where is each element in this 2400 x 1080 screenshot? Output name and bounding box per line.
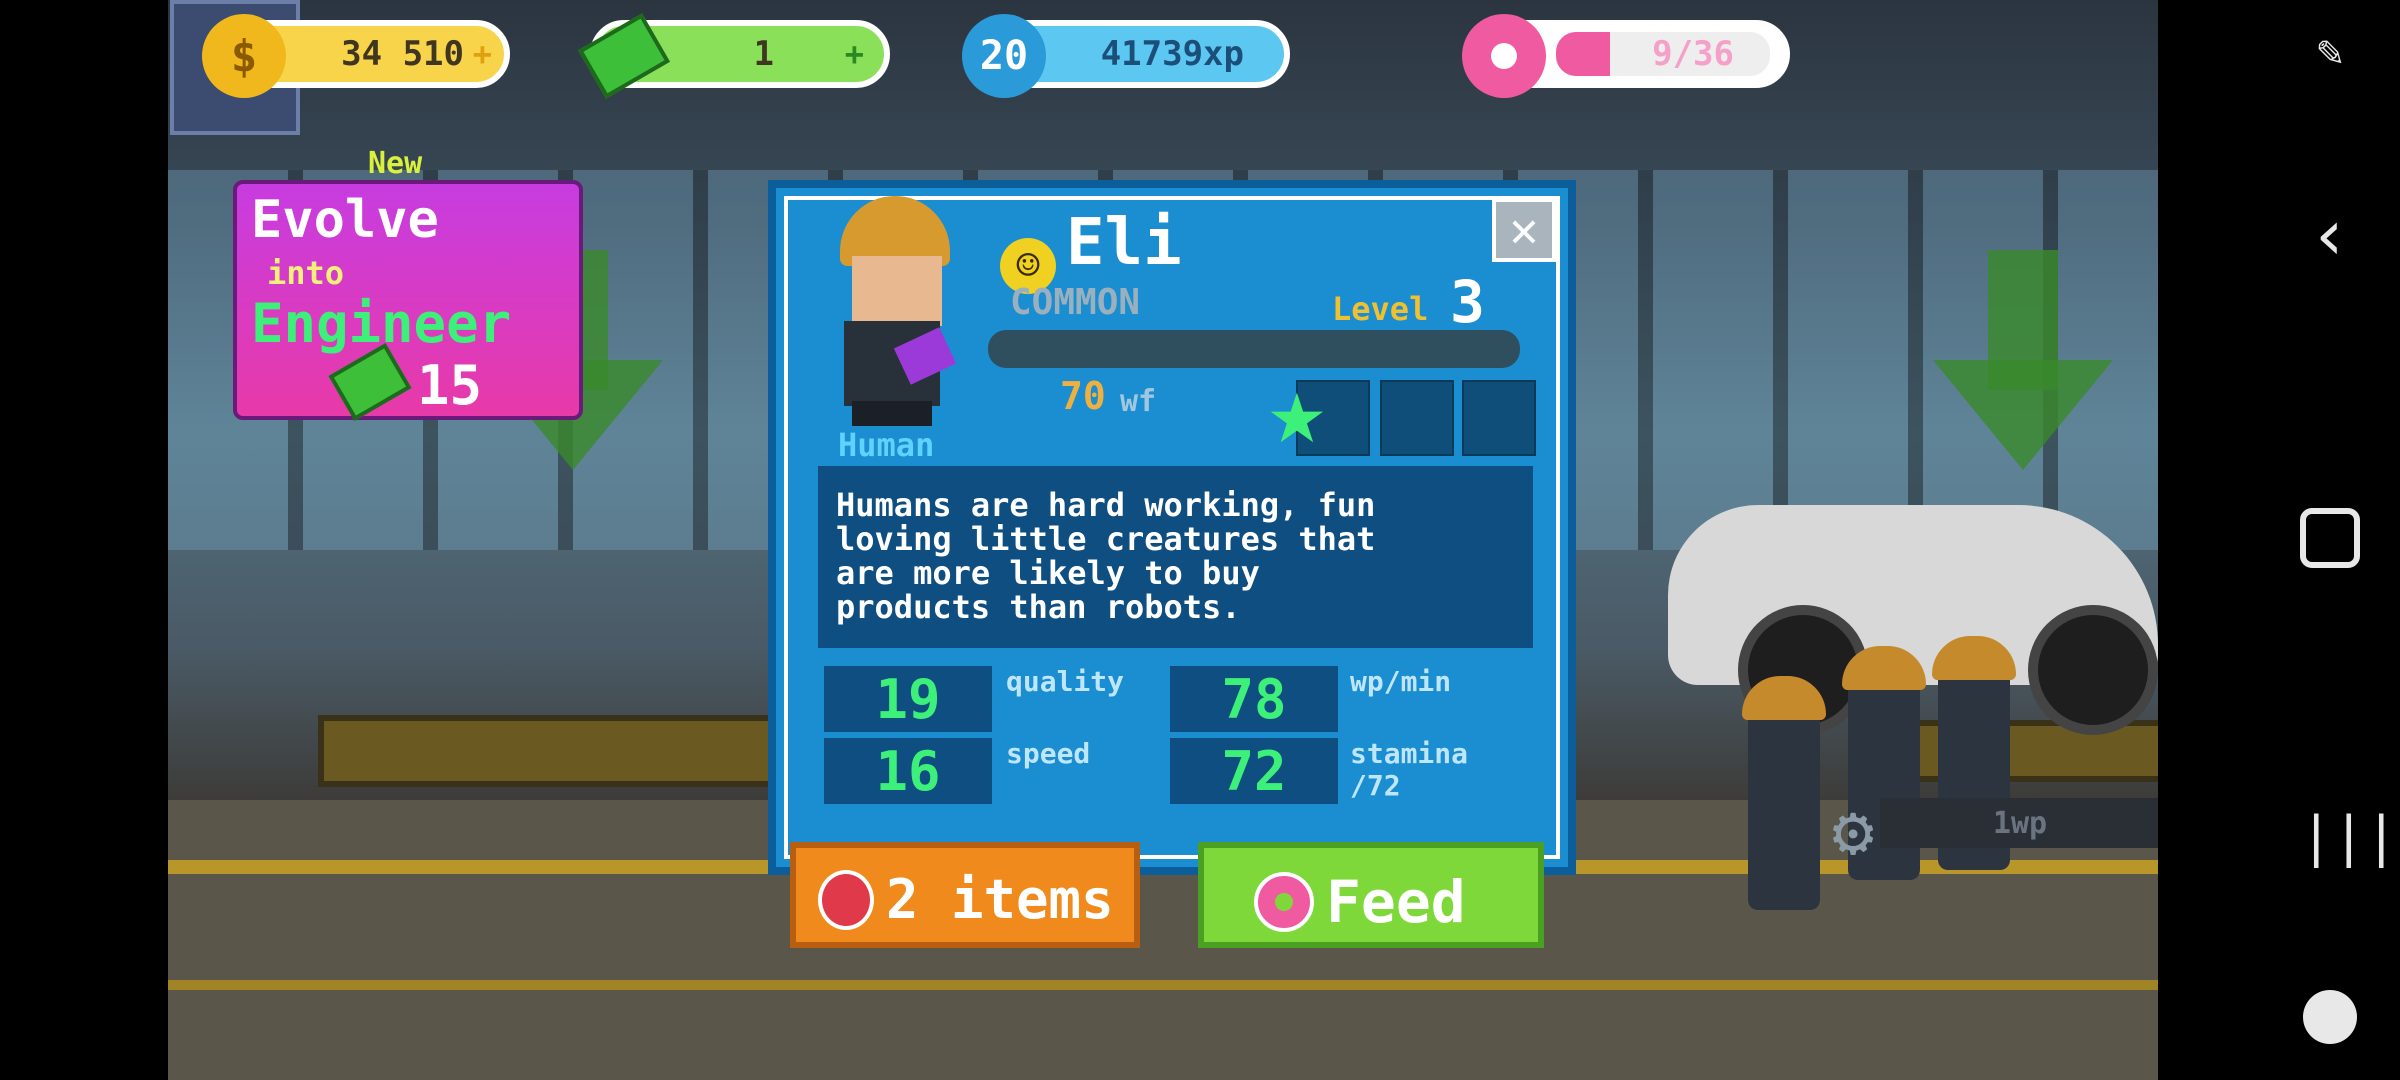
coin-counter[interactable]: $ 34 510 + bbox=[202, 14, 510, 98]
quality-value: 19 bbox=[824, 666, 992, 732]
coin-icon: $ bbox=[202, 14, 286, 98]
workstation-wp-label: 1wp bbox=[1880, 798, 2160, 848]
character-description: Humans are hard working, fun loving litt… bbox=[836, 486, 1376, 626]
level-star-icon: 20 bbox=[962, 14, 1046, 98]
car-wheel bbox=[2028, 605, 2158, 735]
speed-value: 16 bbox=[824, 738, 992, 804]
green-arrow-right-icon bbox=[1933, 360, 2113, 470]
character-portrait bbox=[830, 196, 957, 426]
wf-value: 70 bbox=[1060, 374, 1106, 418]
close-button[interactable]: ✕ bbox=[1492, 198, 1556, 262]
speed-label: speed bbox=[1006, 737, 1091, 770]
xp-counter[interactable]: 20 41739xp bbox=[962, 14, 1290, 98]
evolve-title: Evolve bbox=[251, 190, 439, 250]
level-label: Level bbox=[1332, 290, 1429, 328]
stamina-label: stamina /72 bbox=[1350, 737, 1469, 802]
add-cash-icon[interactable]: + bbox=[845, 35, 864, 73]
system-nav-bar bbox=[2158, 0, 2400, 1080]
star-slot-2 bbox=[1380, 380, 1454, 456]
wp-per-min-label: wp/min bbox=[1350, 665, 1452, 698]
potion-icon bbox=[818, 870, 874, 930]
feed-label: Feed bbox=[1326, 868, 1466, 936]
worker[interactable] bbox=[1742, 676, 1826, 910]
xp-value: 41739xp bbox=[1100, 34, 1244, 74]
stamina-value: 72 bbox=[1170, 738, 1338, 804]
character-xp-bar bbox=[988, 330, 1520, 368]
items-label: 2 items bbox=[886, 868, 1114, 931]
donut-icon bbox=[1462, 14, 1546, 98]
add-coins-icon[interactable]: + bbox=[473, 35, 492, 73]
level-value: 3 bbox=[1450, 268, 1485, 336]
evolve-cost: 15 bbox=[417, 354, 483, 417]
coin-value: 34 510 bbox=[341, 34, 464, 74]
new-tag: New bbox=[368, 146, 423, 181]
gear-icon[interactable]: ⚙ bbox=[1832, 790, 1874, 872]
evolve-into: into bbox=[267, 254, 345, 292]
star-icon: ★ bbox=[1268, 354, 1326, 466]
feed-button[interactable]: Feed bbox=[1198, 842, 1544, 948]
items-button[interactable]: 2 items bbox=[790, 842, 1140, 948]
character-race: Human bbox=[838, 426, 935, 464]
donut-icon bbox=[1254, 872, 1314, 932]
back-icon[interactable]: ‹ bbox=[2300, 200, 2360, 270]
donut-value: 9/36 bbox=[1652, 34, 1734, 74]
wf-unit: wf bbox=[1120, 384, 1157, 419]
game-tools-icon[interactable] bbox=[2300, 990, 2360, 1044]
cash-value: 1 bbox=[753, 34, 774, 74]
donut-counter[interactable]: 9/36 bbox=[1462, 14, 1790, 98]
cash-counter[interactable]: 1 + bbox=[577, 13, 890, 99]
character-name: Eli bbox=[1066, 206, 1182, 280]
character-rarity: COMMON bbox=[1010, 282, 1141, 323]
home-icon[interactable] bbox=[2300, 508, 2360, 568]
recents-icon[interactable]: ||| bbox=[2300, 810, 2398, 864]
screenshot-tool-icon[interactable]: ✎ bbox=[2300, 30, 2360, 74]
cash-icon bbox=[577, 13, 671, 99]
donut-bar-fill bbox=[1556, 32, 1610, 76]
wp-per-min-value: 78 bbox=[1170, 666, 1338, 732]
evolve-button[interactable]: Evolve into Engineer 15 bbox=[233, 180, 583, 422]
quality-label: quality bbox=[1006, 665, 1125, 698]
worker-group[interactable] bbox=[1742, 636, 2028, 910]
star-slot-3 bbox=[1462, 380, 1536, 456]
